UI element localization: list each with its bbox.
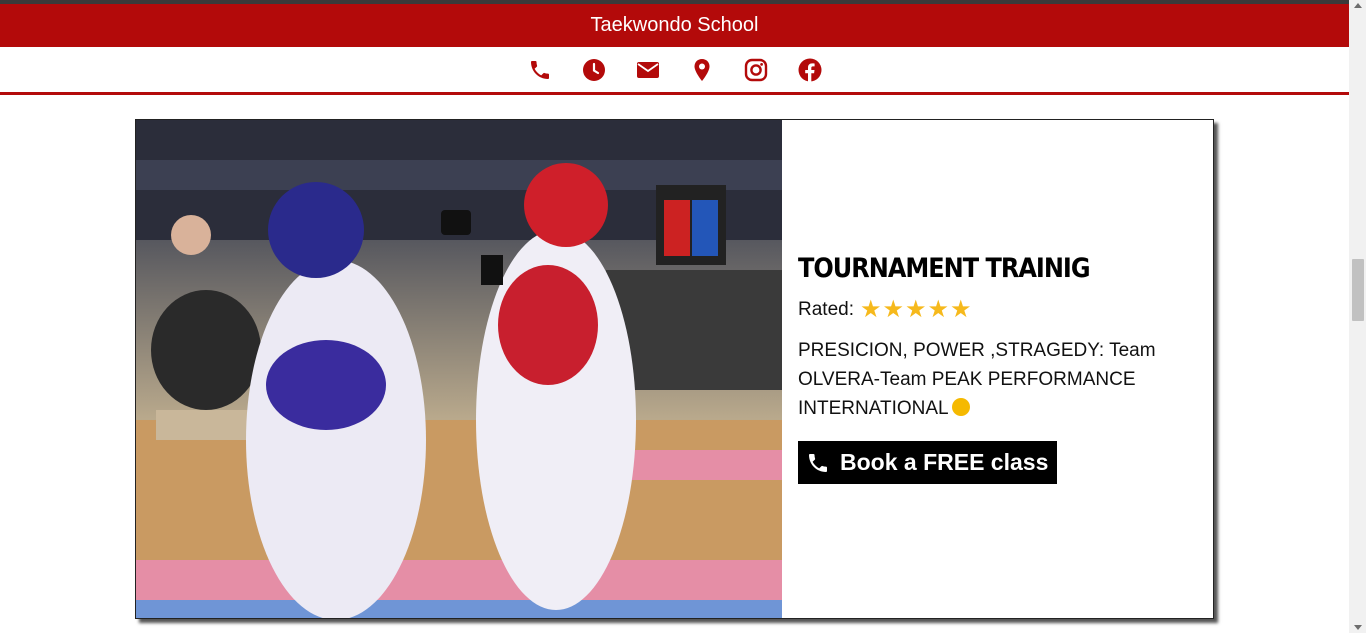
clock-icon[interactable] <box>581 57 607 83</box>
rating: Rated: ★ ★ ★ ★ ★ <box>798 298 1197 322</box>
star-icon: ★ <box>927 296 950 323</box>
gold-medal-icon <box>951 397 970 416</box>
phone-icon[interactable] <box>527 57 553 83</box>
instagram-icon[interactable] <box>743 57 769 83</box>
rating-stars: ★ ★ ★ ★ ★ <box>860 298 972 322</box>
envelope-icon[interactable] <box>635 57 661 83</box>
star-icon: ★ <box>859 296 882 323</box>
star-icon: ★ <box>882 296 905 323</box>
site-title: Taekwondo School <box>590 14 759 36</box>
site-header: Taekwondo School <box>0 4 1349 47</box>
book-free-class-button[interactable]: Book a FREE class <box>798 441 1058 484</box>
card-info: TOURNAMENT TRAINIG Rated: ★ ★ ★ ★ ★ PRES… <box>782 120 1213 618</box>
map-pin-icon[interactable] <box>689 57 715 83</box>
class-card: TOURNAMENT TRAINIG Rated: ★ ★ ★ ★ ★ PRES… <box>135 119 1214 619</box>
scroll-up-arrow-icon[interactable] <box>1354 3 1362 8</box>
facebook-icon[interactable] <box>797 57 823 83</box>
contact-icon-bar <box>0 47 1349 93</box>
card-description: PRESICION, POWER ,STRAGEDY: Team OLVERA-… <box>798 336 1197 423</box>
vertical-scrollbar[interactable] <box>1349 0 1366 633</box>
book-button-label: Book a FREE class <box>840 449 1049 475</box>
scroll-down-arrow-icon[interactable] <box>1354 625 1362 630</box>
tournament-photo <box>136 120 782 618</box>
phone-icon <box>809 453 827 472</box>
header-divider <box>0 92 1349 95</box>
rating-label: Rated: <box>798 299 854 320</box>
star-icon: ★ <box>950 296 972 323</box>
scroll-thumb[interactable] <box>1352 259 1364 321</box>
card-title: TOURNAMENT TRAINIG <box>798 252 1091 284</box>
description-text: PRESICION, POWER ,STRAGEDY: Team OLVERA-… <box>798 340 1156 419</box>
star-icon: ★ <box>905 296 927 323</box>
